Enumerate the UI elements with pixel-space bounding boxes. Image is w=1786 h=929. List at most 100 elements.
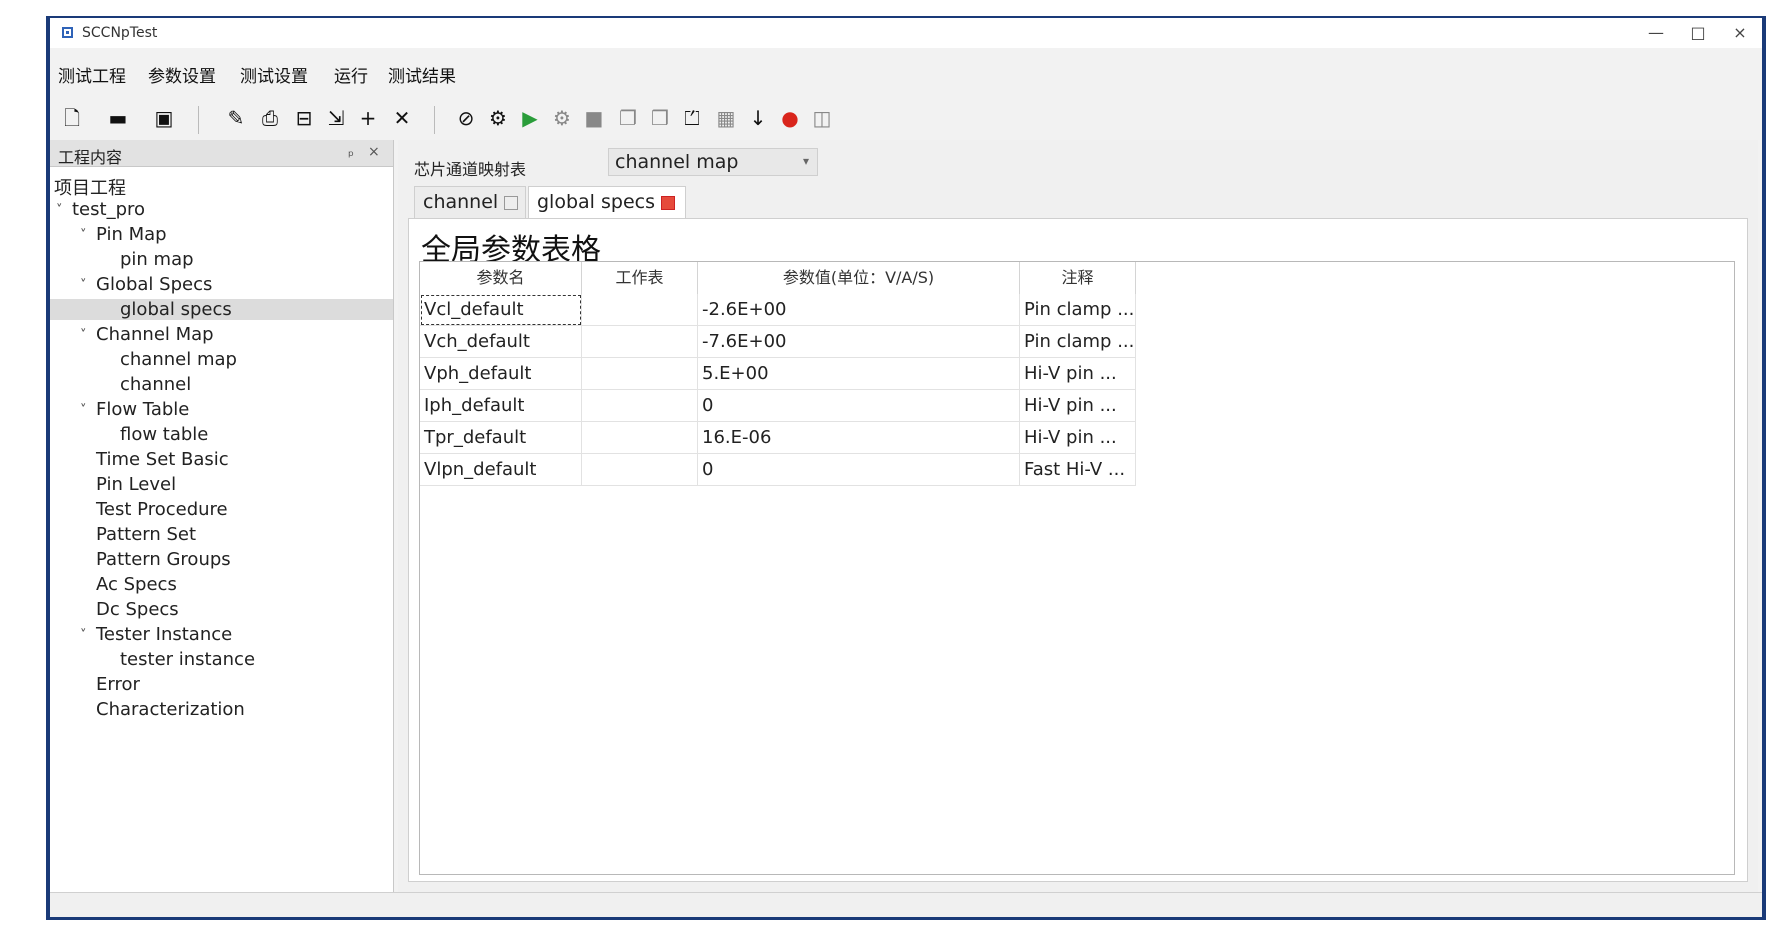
tree-item[interactable]: global specs bbox=[50, 299, 393, 320]
close-icon[interactable] bbox=[660, 195, 675, 210]
tree-item[interactable]: Channel Map bbox=[96, 324, 214, 345]
monitor-icon[interactable]: ◫ bbox=[810, 106, 834, 130]
column-header[interactable]: 参数值(单位：V/A/S) bbox=[698, 262, 1020, 294]
open-folder-icon[interactable]: ▬ bbox=[106, 106, 130, 130]
chevron-down-icon[interactable]: ˅ bbox=[56, 203, 63, 218]
close-icon[interactable] bbox=[504, 195, 519, 210]
table-cell[interactable]: Vcl_default bbox=[420, 294, 582, 326]
tab-global-specs[interactable]: global specs bbox=[528, 186, 686, 218]
table-cell[interactable]: 5.E+00 bbox=[698, 358, 1020, 390]
table-cell[interactable]: Vph_default bbox=[420, 358, 582, 390]
table-cell[interactable]: Pin clamp ... bbox=[1020, 326, 1136, 358]
menu-test-results[interactable]: 测试结果 bbox=[388, 62, 456, 87]
tree-item[interactable]: Pin Level bbox=[96, 474, 176, 495]
settings-icon[interactable]: ⚙ bbox=[486, 106, 510, 130]
table-cell[interactable]: Pin clamp ... bbox=[1020, 294, 1136, 326]
table-cell[interactable] bbox=[582, 358, 698, 390]
table-cell[interactable] bbox=[582, 454, 698, 486]
tree-item[interactable]: Test Procedure bbox=[96, 499, 228, 520]
close-button[interactable]: × bbox=[1722, 22, 1758, 44]
tree-item[interactable]: Pattern Set bbox=[96, 524, 196, 545]
debug-icon[interactable]: ⚙ bbox=[550, 106, 574, 130]
float-panel-button[interactable]: ₚ bbox=[348, 144, 354, 160]
table-cell[interactable]: 16.E-06 bbox=[698, 422, 1020, 454]
tree-item[interactable]: Ac Specs bbox=[96, 574, 177, 595]
print-icon[interactable]: ⎙ bbox=[258, 106, 282, 130]
table-cell[interactable]: Hi-V pin ... bbox=[1020, 358, 1136, 390]
app-window: SCCNpTest — □ × 测试工程 参数设置 测试设置 运行 测试结果 🗋… bbox=[50, 18, 1762, 917]
tree-item[interactable]: pin map bbox=[120, 249, 194, 270]
menu-run[interactable]: 运行 bbox=[334, 62, 368, 87]
column-header[interactable]: 注释 bbox=[1020, 262, 1136, 294]
run-icon[interactable]: ▶ bbox=[518, 106, 542, 130]
copy-icon[interactable]: ❐ bbox=[616, 106, 640, 130]
delete-icon[interactable]: ✕ bbox=[390, 106, 414, 130]
tab-channel[interactable]: channel bbox=[414, 186, 526, 218]
download-icon[interactable]: ↓ bbox=[746, 106, 770, 130]
window-title: SCCNpTest bbox=[82, 25, 158, 41]
paste-icon[interactable]: ❒ bbox=[648, 106, 672, 130]
record-icon[interactable]: ● bbox=[778, 106, 802, 130]
tree-item[interactable]: channel map bbox=[120, 349, 237, 370]
table-cell[interactable]: -7.6E+00 bbox=[698, 326, 1020, 358]
tree-item[interactable]: Dc Specs bbox=[96, 599, 179, 620]
grid-icon[interactable]: ⊟ bbox=[292, 106, 316, 130]
table-cell[interactable]: 0 bbox=[698, 390, 1020, 422]
table-cell[interactable]: Vlpn_default bbox=[420, 454, 582, 486]
column-header[interactable]: 工作表 bbox=[582, 262, 698, 294]
tree-item[interactable]: Flow Table bbox=[96, 399, 189, 420]
chevron-down-icon[interactable]: ˅ bbox=[80, 228, 87, 243]
menu-test-settings[interactable]: 测试设置 bbox=[240, 62, 308, 87]
chevron-down-icon: ▾ bbox=[802, 154, 809, 168]
tree-item[interactable]: test_pro bbox=[72, 199, 145, 220]
chevron-down-icon[interactable]: ˅ bbox=[80, 328, 87, 343]
tree-item[interactable]: Characterization bbox=[96, 699, 245, 720]
chart-icon[interactable]: ▦ bbox=[714, 106, 738, 130]
tree-item[interactable]: flow table bbox=[120, 424, 208, 445]
chevron-down-icon[interactable]: ˅ bbox=[80, 628, 87, 643]
tree-item[interactable]: Tester Instance bbox=[96, 624, 232, 645]
minimize-button[interactable]: — bbox=[1638, 22, 1674, 44]
status-bar bbox=[50, 892, 1762, 917]
edit-icon[interactable]: ✎ bbox=[224, 106, 248, 130]
tree-item[interactable]: channel bbox=[120, 374, 191, 395]
table-cell[interactable] bbox=[582, 294, 698, 326]
tab-label: channel bbox=[423, 191, 499, 213]
export-icon[interactable]: ⏍ bbox=[680, 106, 704, 130]
table-cell[interactable]: Vch_default bbox=[420, 326, 582, 358]
table-cell[interactable]: -2.6E+00 bbox=[698, 294, 1020, 326]
close-panel-button[interactable]: × bbox=[368, 144, 380, 160]
tree-item[interactable]: tester instance bbox=[120, 649, 255, 670]
tree-item[interactable]: Pattern Groups bbox=[96, 549, 231, 570]
table-cell[interactable]: Iph_default bbox=[420, 390, 582, 422]
add-icon[interactable]: + bbox=[356, 106, 380, 130]
maximize-button[interactable]: □ bbox=[1680, 22, 1716, 44]
channel-map-select[interactable]: channel map ▾ bbox=[608, 148, 818, 176]
table-cell[interactable] bbox=[582, 390, 698, 422]
new-project-icon[interactable]: 🗋 bbox=[60, 106, 84, 130]
table-cell[interactable]: Hi-V pin ... bbox=[1020, 422, 1136, 454]
toolbar: 🗋 ▬ ▣ ✎ ⎙ ⊟ ⇲ + ✕ ⊘ ⚙ ▶ ⚙ ■ ❐ ❒ ⏍ ▦ ↓ ● ◫ bbox=[50, 100, 1762, 140]
project-panel: 工程内容 ₚ × 项目工程 ˅ test_pro ˅ Pin Map pin map ˅ Gl… bbox=[50, 140, 394, 892]
table-cell[interactable] bbox=[582, 422, 698, 454]
app-icon bbox=[62, 27, 73, 38]
tree-item[interactable]: Time Set Basic bbox=[96, 449, 229, 470]
table-cell[interactable] bbox=[582, 326, 698, 358]
save-icon[interactable]: ▣ bbox=[152, 106, 176, 130]
menu-test-project[interactable]: 测试工程 bbox=[58, 62, 126, 87]
chevron-down-icon[interactable]: ˅ bbox=[80, 278, 87, 293]
pause-icon[interactable]: ■ bbox=[582, 106, 606, 130]
table-cell[interactable]: 0 bbox=[698, 454, 1020, 486]
tree-item[interactable]: Global Specs bbox=[96, 274, 212, 295]
stop-icon[interactable]: ⊘ bbox=[454, 106, 478, 130]
tree-item[interactable]: Error bbox=[96, 674, 140, 695]
column-header[interactable]: 参数名 bbox=[420, 262, 582, 294]
table-cell[interactable]: Fast Hi-V ... bbox=[1020, 454, 1136, 486]
move-icon[interactable]: ⇲ bbox=[324, 106, 348, 130]
table-cell[interactable]: Hi-V pin ... bbox=[1020, 390, 1136, 422]
tree-item[interactable]: 项目工程 bbox=[54, 174, 126, 200]
tree-item[interactable]: Pin Map bbox=[96, 224, 167, 245]
menu-param-settings[interactable]: 参数设置 bbox=[148, 62, 216, 87]
table-cell[interactable]: Tpr_default bbox=[420, 422, 582, 454]
chevron-down-icon[interactable]: ˅ bbox=[80, 403, 87, 418]
